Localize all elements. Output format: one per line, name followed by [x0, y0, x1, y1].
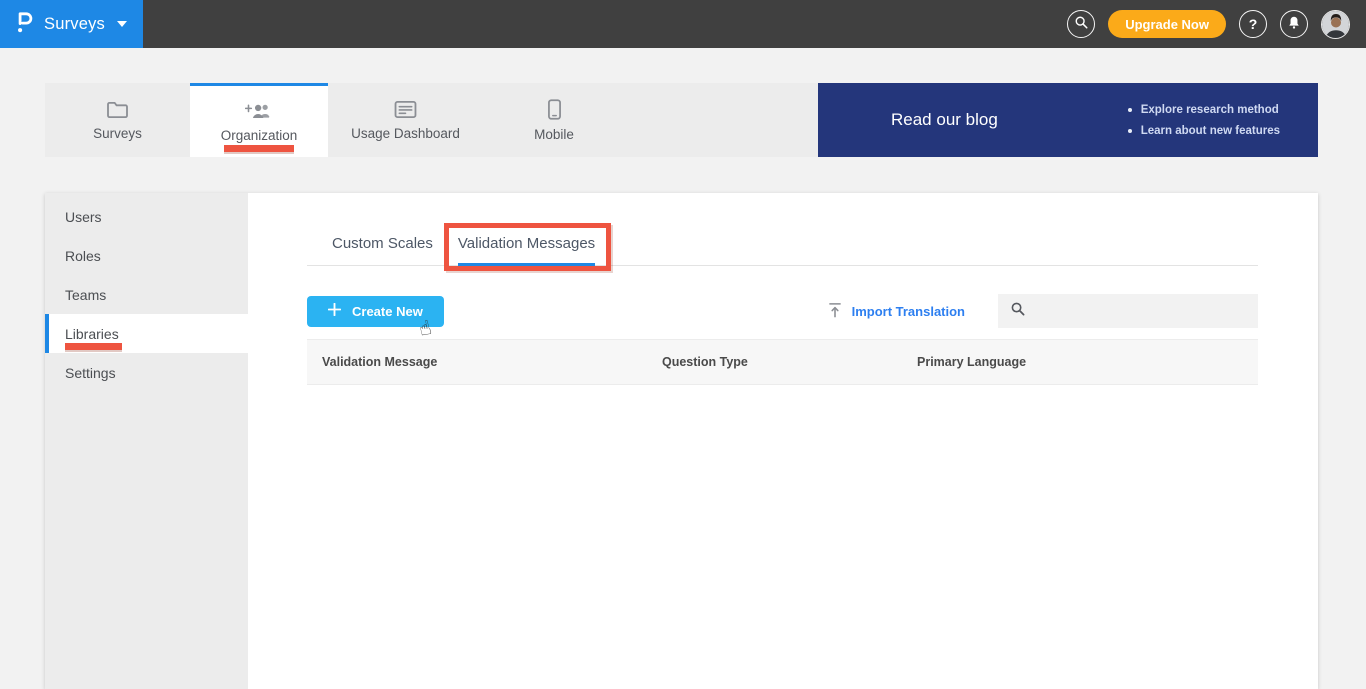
- header-actions: Upgrade Now ?: [1067, 9, 1366, 39]
- annotation-underline: [65, 343, 122, 350]
- avatar-photo-icon: [1322, 10, 1349, 38]
- tab-custom-scales[interactable]: Custom Scales: [332, 225, 433, 265]
- tab-label: Custom Scales: [332, 235, 433, 252]
- table-search[interactable]: [998, 294, 1258, 328]
- import-translation-label: Import Translation: [851, 303, 965, 319]
- search-input[interactable]: [1034, 294, 1258, 328]
- sidebar-item-settings[interactable]: Settings: [45, 353, 248, 392]
- avatar[interactable]: [1321, 9, 1350, 39]
- search-icon: [1074, 15, 1089, 33]
- help-button[interactable]: ?: [1239, 10, 1267, 38]
- column-header-validation-message: Validation Message: [322, 355, 438, 369]
- nav-tab-organization[interactable]: Organization: [190, 83, 328, 157]
- create-new-label: Create New: [352, 303, 423, 319]
- upgrade-button[interactable]: Upgrade Now: [1108, 10, 1226, 38]
- libraries-content: Custom Scales Validation Messages Create…: [248, 193, 1318, 689]
- sidebar-item-label: Settings: [65, 364, 116, 381]
- blog-banner[interactable]: Read our blog Explore research method Le…: [818, 83, 1318, 157]
- questionpro-logo-icon: [16, 10, 34, 39]
- mobile-icon: [547, 98, 561, 120]
- nav-tab-surveys[interactable]: Surveys: [45, 83, 190, 157]
- content-panel: Users Roles Teams Libraries Settings Cus…: [45, 193, 1318, 689]
- product-name: Surveys: [44, 14, 106, 33]
- bell-icon: [1287, 15, 1301, 33]
- product-switcher[interactable]: Surveys: [0, 0, 143, 48]
- sidebar-item-label: Roles: [65, 247, 101, 264]
- chevron-down-icon: [117, 21, 128, 27]
- library-tabs: Custom Scales Validation Messages: [307, 223, 1258, 271]
- sidebar-item-label: Teams: [65, 286, 107, 303]
- top-header: Surveys Upgrade Now ?: [0, 0, 1366, 48]
- plus-icon: [327, 302, 342, 319]
- sidebar-item-libraries[interactable]: Libraries: [45, 314, 248, 353]
- sidebar-item-users[interactable]: Users: [45, 197, 248, 236]
- toolbar-right: Import Translation: [828, 294, 1258, 328]
- dashboard-icon: [394, 100, 417, 119]
- folder-icon: [106, 100, 129, 119]
- secondary-nav: Surveys Organization Usage Dashboard Mob…: [45, 83, 1318, 157]
- nav-tab-label: Organization: [220, 127, 298, 143]
- nav-tab-label: Surveys: [93, 125, 142, 141]
- annotation-underline: [224, 145, 294, 152]
- nav-tab-label: Mobile: [534, 126, 574, 142]
- sidebar-item-label: Libraries: [65, 325, 119, 342]
- search-icon: [1010, 301, 1026, 322]
- upload-icon: [828, 302, 842, 321]
- settings-sidebar: Users Roles Teams Libraries Settings: [45, 193, 248, 689]
- toolbar: Create New ☝ Import Translation: [307, 294, 1258, 341]
- help-icon: ?: [1248, 16, 1258, 32]
- nav-tab-mobile[interactable]: Mobile: [483, 83, 625, 157]
- tab-label: Validation Messages: [457, 235, 596, 252]
- banner-title: Read our blog: [891, 110, 998, 129]
- search-button[interactable]: [1067, 10, 1096, 38]
- nav-tab-usage-dashboard[interactable]: Usage Dashboard: [328, 83, 483, 157]
- table-header-row: Validation Message Question Type Primary…: [307, 339, 1258, 385]
- sidebar-item-teams[interactable]: Teams: [45, 275, 248, 314]
- nav-tab-label: Usage Dashboard: [351, 125, 460, 141]
- banner-bullet: Explore research method: [1128, 104, 1280, 116]
- add-users-icon: [245, 101, 273, 121]
- tab-validation-messages[interactable]: Validation Messages: [443, 223, 612, 271]
- sidebar-item-label: Users: [65, 208, 102, 225]
- banner-bullet-list: Explore research method Learn about new …: [1128, 104, 1280, 137]
- banner-bullet: Learn about new features: [1128, 125, 1280, 137]
- column-header-question-type: Question Type: [662, 355, 748, 369]
- sidebar-item-roles[interactable]: Roles: [45, 236, 248, 275]
- column-header-primary-language: Primary Language: [917, 355, 1027, 369]
- import-translation-link[interactable]: Import Translation: [828, 302, 965, 321]
- nav-tab-strip: Surveys Organization Usage Dashboard Mob…: [45, 83, 818, 157]
- notifications-button[interactable]: [1280, 10, 1308, 38]
